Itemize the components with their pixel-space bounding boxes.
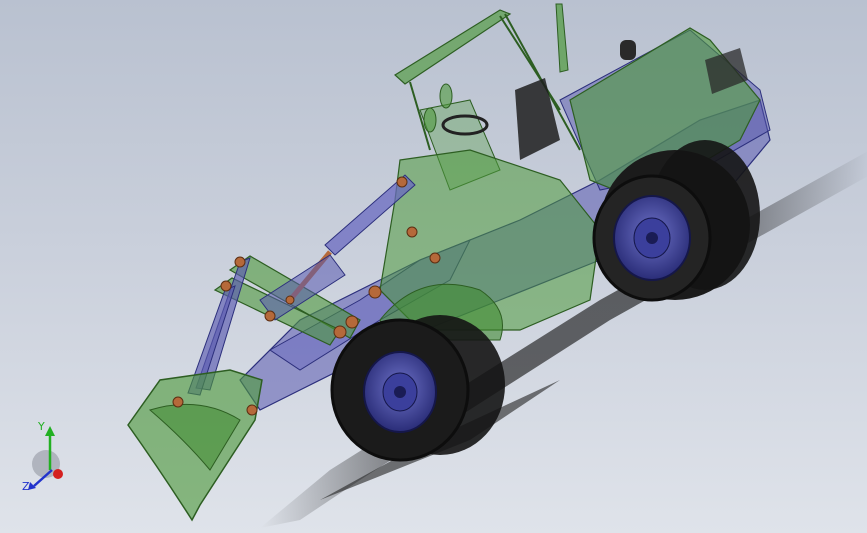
front-chassis[interactable] xyxy=(379,149,601,341)
cab-roof xyxy=(394,9,512,85)
exhaust-pipe xyxy=(555,3,569,73)
x-axis-dot xyxy=(53,469,63,479)
front-wheel[interactable] xyxy=(330,315,505,462)
z-axis-label: Z xyxy=(22,480,30,493)
loader-bucket[interactable] xyxy=(127,369,263,522)
operator-seat xyxy=(515,78,560,160)
model-canvas[interactable] xyxy=(0,0,867,533)
y-axis-label: Y xyxy=(37,420,45,433)
air-intake xyxy=(620,40,636,60)
graphics-viewport[interactable]: Y Z xyxy=(0,0,867,533)
view-orientation-triad[interactable]: Y Z xyxy=(14,418,74,498)
